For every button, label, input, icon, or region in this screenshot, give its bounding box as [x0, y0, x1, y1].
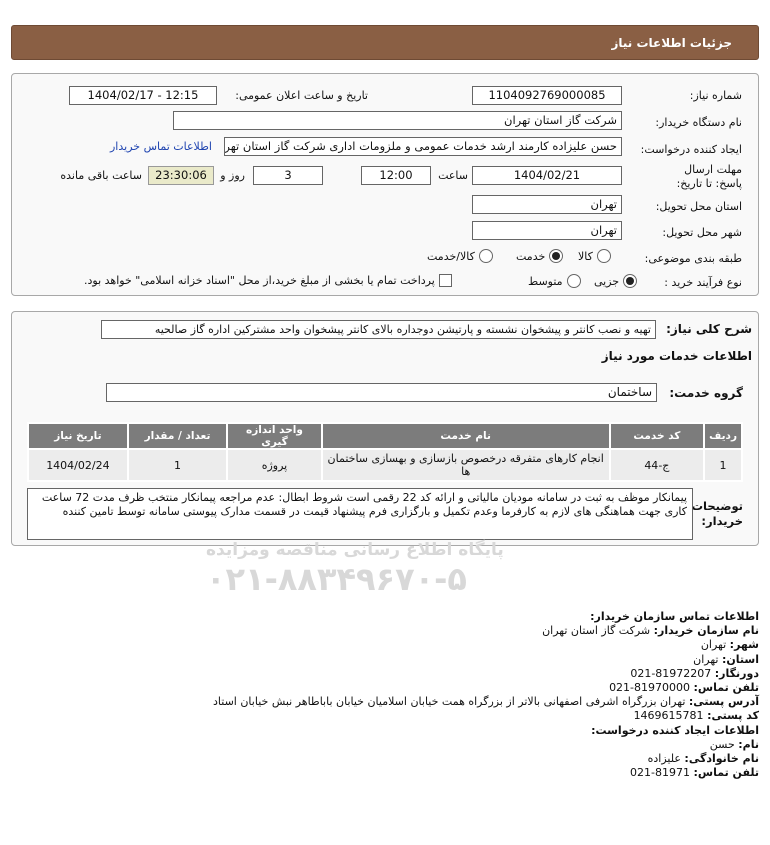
- category-label: طبقه بندی موضوعی:: [644, 252, 742, 265]
- category-goods-label: کالا: [578, 249, 593, 263]
- category-service-label: خدمت: [516, 249, 546, 263]
- process-option-minor[interactable]: جزیی: [594, 274, 638, 288]
- buyer-province-info: تهران: [693, 652, 719, 666]
- buyer-org-field[interactable]: شرکت گاز استان تهران: [173, 111, 622, 130]
- buyer-province-info-label: استان:: [722, 652, 759, 666]
- buyer-address-label: آدرس پستی:: [688, 695, 759, 709]
- table-row: 1 ج-44 انجام کارهای متفرقه درخصوص بازساز…: [27, 448, 743, 482]
- contact-info-block: اطلاعات تماس سازمان خریدار: نام سازمان خ…: [59, 610, 759, 780]
- buyer-postal-label: کد پستی:: [707, 709, 759, 723]
- process-medium-radio[interactable]: [566, 274, 581, 288]
- category-option-goods[interactable]: کالا: [578, 249, 611, 263]
- creator-contact-title: اطلاعات ایجاد کننده درخواست:: [591, 723, 759, 737]
- treasury-payment-checkbox[interactable]: [438, 274, 452, 287]
- buyer-notes-label: توضیحات خریدار:: [691, 499, 744, 528]
- buyer-phone-label: تلفن تماس:: [693, 681, 759, 695]
- buyer-org-label: نام دستگاه خریدار:: [655, 116, 742, 129]
- description-label: شرح کلی نیاز:: [666, 322, 752, 336]
- services-table-header: ردیف کد خدمت نام خدمت واحد اندازه گیری ت…: [27, 422, 743, 450]
- days-label: روز و: [220, 169, 245, 182]
- col-name-header: نام خدمت: [320, 422, 611, 450]
- days-remaining-field: 3: [253, 166, 323, 185]
- services-table: ردیف کد خدمت نام خدمت واحد اندازه گیری ت…: [27, 422, 743, 482]
- cell-code: ج-44: [608, 448, 706, 482]
- buyer-contact-link[interactable]: اطلاعات تماس خریدار: [110, 140, 212, 153]
- col-unit-header: واحد اندازه گیری: [226, 422, 323, 450]
- announce-datetime-field[interactable]: 1404/02/17 - 12:15: [69, 86, 217, 105]
- creator-family-label: نام خانوادگی:: [684, 752, 759, 766]
- col-row-header: ردیف: [703, 422, 743, 450]
- buyer-notes-text: پیمانکار موظف به ثبت در سامانه مودیان ما…: [27, 488, 693, 540]
- service-group-label: گروه خدمت:: [669, 386, 743, 400]
- remaining-time-display: 23:30:06: [148, 166, 214, 185]
- need-number-label: شماره نیاز:: [689, 89, 742, 102]
- page-header: جزئیات اطلاعات نیاز: [11, 25, 759, 60]
- deadline-time-field[interactable]: 12:00: [361, 166, 431, 185]
- creator-phone-label: تلفن تماس:: [693, 766, 759, 780]
- category-goods-service-label: کالا/خدمت: [427, 249, 475, 263]
- buyer-city-info-label: شهر:: [729, 638, 759, 652]
- buyer-city-info: تهران: [700, 638, 727, 652]
- col-qty-header: تعداد / مقدار: [126, 422, 229, 450]
- buyer-contact-title: اطلاعات تماس سازمان خریدار:: [590, 610, 759, 623]
- category-goods-radio[interactable]: [596, 249, 611, 263]
- col-code-header: کد خدمت: [608, 422, 706, 450]
- cell-qty: 1: [126, 448, 229, 482]
- watermark-phone: ۰۲۱-۸۸۳۴۹۶۷۰-۵: [206, 560, 467, 598]
- process-option-medium[interactable]: متوسط: [528, 274, 581, 288]
- creator-name: حسن: [709, 737, 735, 751]
- buyer-phone: 021-81970000: [609, 681, 691, 695]
- cell-name: انجام کارهای متفرقه درخصوص بازسازی و بهس…: [320, 448, 611, 482]
- category-option-goods-service[interactable]: کالا/خدمت: [427, 249, 493, 263]
- category-option-service[interactable]: خدمت: [516, 249, 564, 263]
- delivery-city-field[interactable]: تهران: [472, 221, 622, 240]
- description-field: تهیه و نصب کانتر و پیشخوان نشسته و پارتی…: [101, 320, 656, 339]
- process-minor-label: جزیی: [594, 274, 620, 288]
- service-group-field: ساختمان: [106, 383, 657, 402]
- cell-date: 1404/02/24: [27, 448, 129, 482]
- page-title: جزئیات اطلاعات نیاز: [611, 36, 732, 50]
- buyer-postal: 1469615781: [633, 709, 704, 723]
- delivery-province-field[interactable]: تهران: [472, 195, 622, 214]
- need-number-field[interactable]: 1104092769000085: [472, 86, 622, 105]
- buyer-fax: 021-81972207: [630, 666, 712, 680]
- deadline-time-label: ساعت: [438, 169, 468, 182]
- buyer-org-info-label: نام سازمان خریدار:: [653, 624, 759, 638]
- buyer-org-info: شرکت گاز استان تهران: [542, 624, 651, 638]
- creator-family: علیزاده: [647, 752, 681, 766]
- remaining-time-label: ساعت باقی مانده: [60, 169, 142, 182]
- delivery-city-label: شهر محل تحویل:: [662, 226, 742, 239]
- delivery-province-label: استان محل تحویل:: [655, 200, 742, 213]
- buyer-address: تهران بزرگراه اشرفی اصفهانی بالاتر از بز…: [213, 695, 686, 709]
- category-goods-service-radio[interactable]: [478, 249, 493, 263]
- col-date-header: تاریخ نیاز: [27, 422, 129, 450]
- creator-field[interactable]: حسن علیزاده کارمند ارشد خدمات عمومی و مل…: [224, 137, 622, 156]
- category-service-radio[interactable]: [549, 249, 564, 263]
- services-section-title: اطلاعات خدمات مورد نیاز: [601, 349, 752, 363]
- deadline-label: مهلت ارسال پاسخ: تا تاریخ:: [676, 163, 742, 190]
- announce-datetime-label: تاریخ و ساعت اعلان عمومی:: [235, 89, 368, 102]
- creator-name-label: نام:: [738, 737, 759, 751]
- creator-phone: 021-81971: [630, 766, 691, 780]
- treasury-payment-note: پرداخت تمام یا بخشی از مبلغ خرید،از محل …: [84, 274, 435, 287]
- cell-row: 1: [703, 448, 743, 482]
- process-type-label: نوع فرآیند خرید :: [664, 276, 742, 289]
- process-medium-label: متوسط: [528, 274, 563, 288]
- buyer-fax-label: دورنگار:: [714, 666, 759, 680]
- cell-unit: پروژه: [226, 448, 323, 482]
- process-minor-radio[interactable]: [623, 274, 638, 288]
- creator-label: ایجاد کننده درخواست:: [640, 143, 742, 156]
- treasury-payment-option[interactable]: پرداخت تمام یا بخشی از مبلغ خرید،از محل …: [84, 274, 452, 287]
- deadline-date-field[interactable]: 1404/02/21: [472, 166, 622, 185]
